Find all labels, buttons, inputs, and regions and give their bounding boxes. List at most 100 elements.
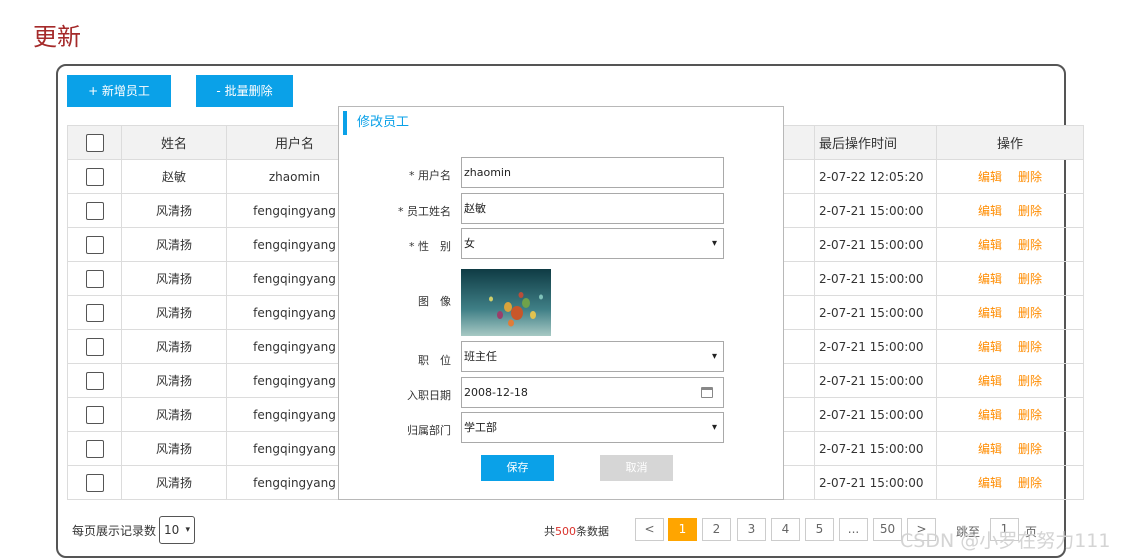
position-value: 班主任 <box>464 350 497 363</box>
cell-last-op-time: 2-07-21 15:00:00 <box>814 465 937 500</box>
cell-actions: 编辑 删除 <box>936 227 1084 262</box>
position-select[interactable]: 班主任 ▾ <box>461 341 724 372</box>
page-button[interactable]: 4 <box>771 518 800 541</box>
row-checkbox[interactable] <box>85 371 104 390</box>
edit-link[interactable]: 编辑 <box>978 272 1002 286</box>
row-select-cell <box>67 159 122 194</box>
page-button[interactable]: 1 <box>668 518 697 541</box>
row-select-cell <box>67 465 122 500</box>
edit-link[interactable]: 编辑 <box>978 238 1002 252</box>
page-button[interactable]: 3 <box>737 518 766 541</box>
edit-link[interactable]: 编辑 <box>978 306 1002 320</box>
cancel-button[interactable]: 取消 <box>600 455 673 481</box>
cell-actions: 编辑 删除 <box>936 363 1084 398</box>
page-button[interactable]: 50 <box>873 518 902 541</box>
page-size-label: 每页展示记录数 <box>72 524 157 538</box>
row-checkbox[interactable] <box>85 235 104 254</box>
row-select-cell <box>67 295 122 330</box>
gender-value: 女 <box>464 237 475 250</box>
chevron-down-icon: ▾ <box>185 525 190 535</box>
cell-last-op-time: 2-07-21 15:00:00 <box>814 193 937 228</box>
delete-link[interactable]: 删除 <box>1018 272 1042 286</box>
prev-page-button[interactable]: < <box>635 518 664 541</box>
edit-link[interactable]: 编辑 <box>978 476 1002 490</box>
watermark: CSDN @小罗在努力111 <box>900 530 1111 552</box>
delete-link[interactable]: 删除 <box>1018 374 1042 388</box>
row-checkbox[interactable] <box>85 337 104 356</box>
edit-link[interactable]: 编辑 <box>978 204 1002 218</box>
page-heading: 更新 <box>33 23 81 51</box>
row-checkbox[interactable] <box>85 405 104 424</box>
cell-last-op-time: 2-07-21 15:00:00 <box>814 397 937 432</box>
cell-actions: 编辑 删除 <box>936 159 1084 194</box>
cell-actions: 编辑 删除 <box>936 193 1084 228</box>
username-label: * 用户名 <box>409 169 451 182</box>
row-checkbox[interactable] <box>85 473 104 492</box>
balloons-image <box>461 269 551 336</box>
batch-delete-button[interactable]: - 批量删除 <box>196 75 293 107</box>
cell-actions: 编辑 删除 <box>936 261 1084 296</box>
entry-date-value: 2008-12-18 <box>464 386 528 399</box>
department-value: 学工部 <box>464 421 497 434</box>
cell-name: 风清扬 <box>121 227 227 262</box>
gender-select[interactable]: 女 ▾ <box>461 228 724 259</box>
edit-link[interactable]: 编辑 <box>978 170 1002 184</box>
page-button[interactable]: 2 <box>702 518 731 541</box>
row-select-cell <box>67 193 122 228</box>
header-actions: 操作 <box>936 125 1084 160</box>
cell-actions: 编辑 删除 <box>936 465 1084 500</box>
calendar-icon[interactable] <box>701 387 713 398</box>
cell-name: 风清扬 <box>121 193 227 228</box>
header-name: 姓名 <box>121 125 227 160</box>
delete-link[interactable]: 删除 <box>1018 408 1042 422</box>
cell-actions: 编辑 删除 <box>936 329 1084 364</box>
department-select[interactable]: 学工部 ▾ <box>461 412 724 443</box>
employee-name-input[interactable]: 赵敏 <box>461 193 724 224</box>
cell-name: 风清扬 <box>121 261 227 296</box>
cell-actions: 编辑 删除 <box>936 431 1084 466</box>
delete-link[interactable]: 删除 <box>1018 306 1042 320</box>
page-ellipsis[interactable]: ... <box>839 518 868 541</box>
row-checkbox[interactable] <box>85 269 104 288</box>
cell-last-op-time: 2-07-21 15:00:00 <box>814 295 937 330</box>
edit-link[interactable]: 编辑 <box>978 408 1002 422</box>
add-employee-button[interactable]: + 新增员工 <box>67 75 171 107</box>
page-size-select[interactable]: 10 ▾ <box>159 516 195 544</box>
select-all-checkbox[interactable] <box>85 133 104 152</box>
edit-link[interactable]: 编辑 <box>978 340 1002 354</box>
image-label: 图 像 <box>418 295 451 308</box>
row-select-cell <box>67 329 122 364</box>
cell-name: 风清扬 <box>121 363 227 398</box>
save-button[interactable]: 保存 <box>481 455 554 481</box>
entry-date-input[interactable]: 2008-12-18 <box>461 377 724 408</box>
total-records: 共500条数据 <box>544 523 609 539</box>
page-button[interactable]: 5 <box>805 518 834 541</box>
cell-last-op-time: 2-07-22 12:05:20 <box>814 159 937 194</box>
edit-link[interactable]: 编辑 <box>978 374 1002 388</box>
row-checkbox[interactable] <box>85 201 104 220</box>
delete-link[interactable]: 删除 <box>1018 442 1042 456</box>
row-checkbox[interactable] <box>85 439 104 458</box>
select-all-cell <box>67 125 122 160</box>
cell-actions: 编辑 删除 <box>936 295 1084 330</box>
row-checkbox[interactable] <box>85 167 104 186</box>
chevron-down-icon: ▾ <box>711 238 717 249</box>
row-select-cell <box>67 227 122 262</box>
delete-link[interactable]: 删除 <box>1018 340 1042 354</box>
employee-photo[interactable] <box>461 269 551 336</box>
position-label: 职 位 <box>418 354 451 367</box>
row-select-cell <box>67 261 122 296</box>
cell-last-op-time: 2-07-21 15:00:00 <box>814 261 937 296</box>
delete-link[interactable]: 删除 <box>1018 476 1042 490</box>
username-input[interactable]: zhaomin <box>461 157 724 188</box>
dialog-title: 修改员工 <box>343 111 409 135</box>
edit-link[interactable]: 编辑 <box>978 442 1002 456</box>
row-checkbox[interactable] <box>85 303 104 322</box>
cell-name: 风清扬 <box>121 397 227 432</box>
cell-name: 风清扬 <box>121 465 227 500</box>
delete-link[interactable]: 删除 <box>1018 204 1042 218</box>
cell-actions: 编辑 删除 <box>936 397 1084 432</box>
delete-link[interactable]: 删除 <box>1018 238 1042 252</box>
delete-link[interactable]: 删除 <box>1018 170 1042 184</box>
cell-last-op-time: 2-07-21 15:00:00 <box>814 431 937 466</box>
